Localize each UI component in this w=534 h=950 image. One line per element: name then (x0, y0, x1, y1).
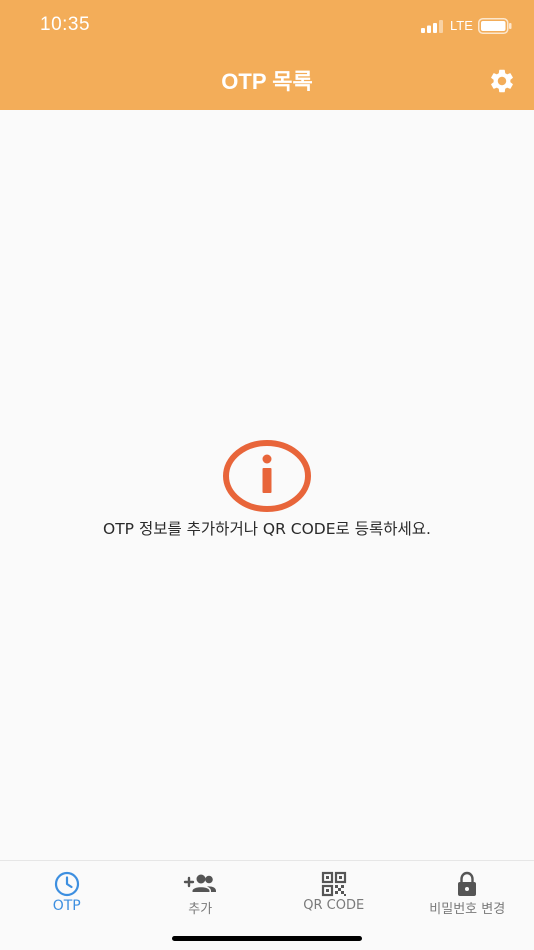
app-header: 10:35 LTE OTP 목록 (0, 0, 534, 110)
battery-icon (478, 18, 512, 34)
info-icon (223, 440, 311, 512)
tab-qr-code[interactable]: QR CODE (267, 861, 401, 931)
clock-icon (54, 871, 79, 897)
tab-change-password-label: 비밀번호 변경 (429, 902, 506, 917)
status-time: 10:35 (40, 14, 91, 35)
gear-icon[interactable] (488, 67, 516, 95)
tab-add-label: 추가 (188, 902, 213, 917)
qr-code-icon (321, 871, 346, 897)
network-type: LTE (450, 18, 473, 33)
tab-otp-label: OTP (52, 898, 81, 914)
status-bar: 10:35 LTE (0, 0, 534, 52)
page-title: OTP 목록 (221, 69, 313, 94)
add-user-icon (184, 874, 217, 892)
lock-icon (458, 871, 477, 896)
home-indicator[interactable] (172, 936, 362, 941)
tab-otp[interactable]: OTP (0, 861, 134, 931)
signal-icon (421, 20, 443, 33)
tab-add[interactable]: 추가 (134, 861, 268, 931)
main-content: OTP 정보를 추가하거나 QR CODE로 등록하세요. (0, 110, 534, 860)
tab-change-password[interactable]: 비밀번호 변경 (401, 861, 534, 931)
empty-state-message: OTP 정보를 추가하거나 QR CODE로 등록하세요. (103, 520, 431, 538)
tab-qr-code-label: QR CODE (303, 898, 365, 913)
